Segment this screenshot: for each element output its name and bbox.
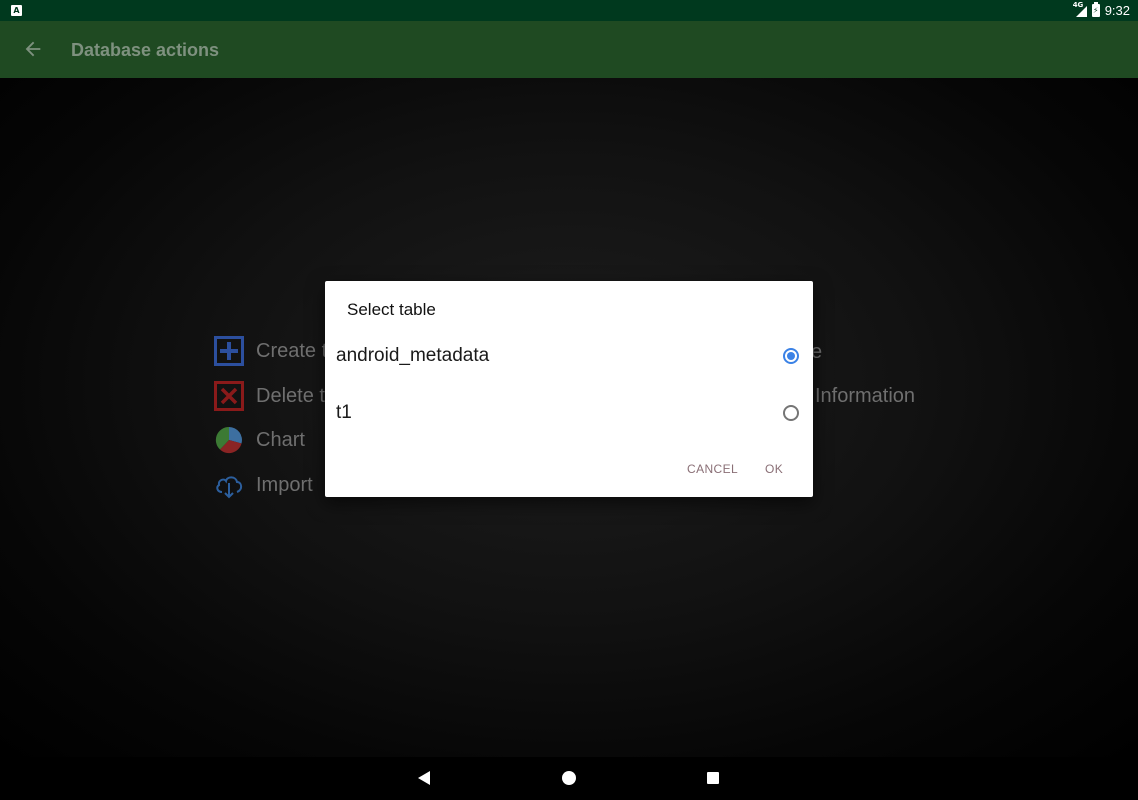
nav-home-icon[interactable]: [562, 771, 576, 785]
create-table-label: Create t: [256, 339, 328, 362]
import-label: Import: [256, 473, 313, 496]
information-action[interactable]: Information: [815, 385, 915, 408]
pie-chart-icon: [215, 426, 242, 454]
status-right-group: 4G 9:32: [1073, 0, 1130, 21]
create-table-action[interactable]: Create t: [214, 336, 327, 366]
screen: A 4G 9:32 Database actions Create t: [0, 0, 1138, 800]
status-bar: A 4G 9:32: [0, 0, 1138, 21]
navigation-bar: [0, 757, 1138, 800]
x-box-icon: [214, 381, 244, 411]
plus-box-icon: [214, 336, 244, 366]
battery-charging-icon: [1091, 2, 1100, 17]
select-table-dialog: Select table android_metadata t1 CANCEL …: [325, 281, 813, 497]
signal-icon: 4G: [1073, 1, 1087, 17]
status-time: 9:32: [1104, 3, 1130, 18]
table-option-label: t1: [336, 402, 352, 423]
dialog-title: Select table: [347, 300, 436, 319]
nav-back-icon[interactable]: [418, 771, 430, 785]
radio-checked-icon[interactable]: [783, 348, 799, 364]
delete-table-label: Delete t: [256, 384, 325, 407]
page-title: Database actions: [71, 40, 220, 60]
table-option-android-metadata[interactable]: android_metadata: [325, 333, 813, 381]
ok-button[interactable]: OK: [765, 462, 783, 476]
cancel-button[interactable]: CANCEL: [687, 462, 738, 476]
chart-label: Chart: [256, 428, 305, 451]
nav-recents-icon[interactable]: [707, 772, 719, 784]
table-option-label: android_metadata: [336, 345, 490, 366]
notification-a-icon: A: [11, 5, 22, 16]
delete-table-action[interactable]: Delete t: [214, 381, 325, 411]
arrow-back-icon[interactable]: [22, 38, 44, 60]
information-label: Information: [815, 385, 916, 407]
cloud-download-icon: [216, 476, 243, 499]
app-bar: Database actions: [0, 21, 1138, 78]
table-option-t1[interactable]: t1: [325, 390, 813, 438]
import-action[interactable]: Import: [214, 470, 313, 500]
chart-action[interactable]: Chart: [214, 425, 305, 455]
radio-unchecked-icon[interactable]: [783, 405, 799, 421]
